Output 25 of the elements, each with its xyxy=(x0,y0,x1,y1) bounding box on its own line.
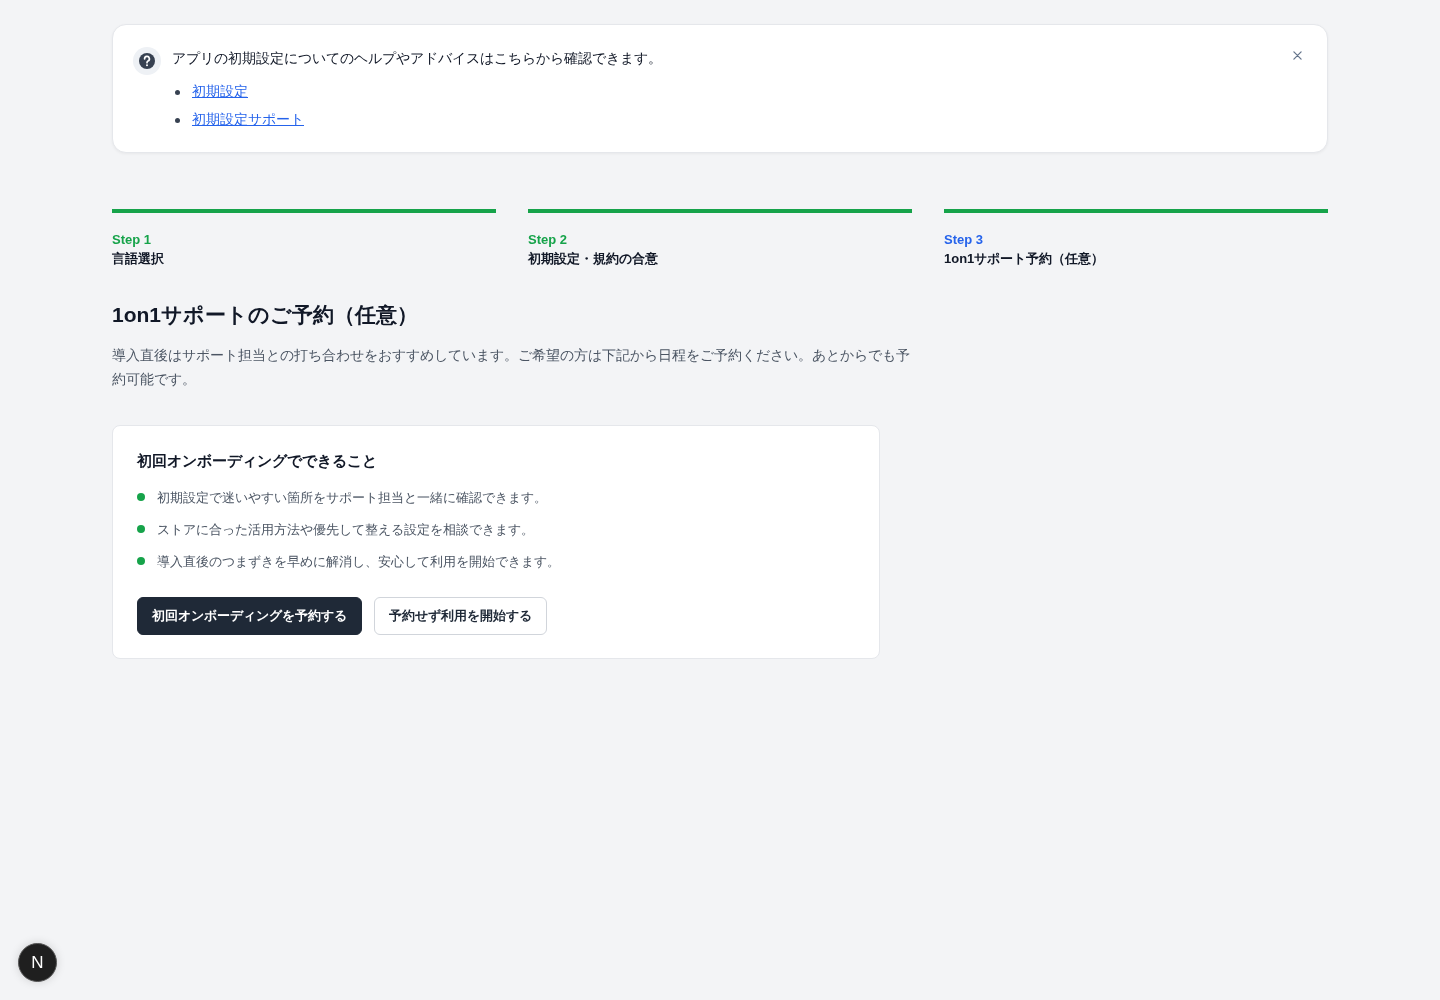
start-without-booking-button[interactable]: 予約せず利用を開始する xyxy=(374,597,547,635)
card-title: 初回オンボーディングでできること xyxy=(137,451,378,471)
book-onboarding-button[interactable]: 初回オンボーディングを予約する xyxy=(137,597,362,635)
page-title: 1on1サポートのご予約（任意） xyxy=(112,302,419,328)
bullet-icon xyxy=(175,89,180,95)
bullet-icon xyxy=(137,493,145,501)
page-description: 導入直後はサポート担当との打ち合わせをおすすめしています。ご希望の方は下記から日程をご予約ください。あとからでも予約可能です。 xyxy=(112,346,911,389)
step-number: Step 1 xyxy=(112,231,152,249)
close-icon xyxy=(1292,50,1302,60)
step-title: 初期設定・規約の合意 xyxy=(528,250,659,268)
feature-text: 導入直後のつまずきを早めに解消し、安心して利用を開始できます。 xyxy=(157,553,560,571)
step-number: Step 2 xyxy=(528,231,568,249)
help-link[interactable]: 初期設定サポート xyxy=(192,111,304,129)
step-title: 言語選択 xyxy=(112,250,165,268)
step-number: Step 3 xyxy=(944,231,984,249)
help-icon xyxy=(133,47,161,75)
bullet-icon xyxy=(175,117,180,123)
feature-text: 初期設定で迷いやすい箇所をサポート担当と一緒に確認できます。 xyxy=(157,489,547,507)
dev-badge-button[interactable]: N xyxy=(18,943,57,982)
step-title: 1on1サポート予約（任意） xyxy=(944,250,1106,268)
bullet-icon xyxy=(137,525,145,533)
feature-text: ストアに合った活用方法や優先して整える設定を相談できます。 xyxy=(157,521,534,539)
help-link[interactable]: 初期設定 xyxy=(192,83,248,101)
bullet-icon xyxy=(137,557,145,565)
help-message: アプリの初期設定についてのヘルプやアドバイスはこちらから確認できます。 xyxy=(172,50,662,68)
